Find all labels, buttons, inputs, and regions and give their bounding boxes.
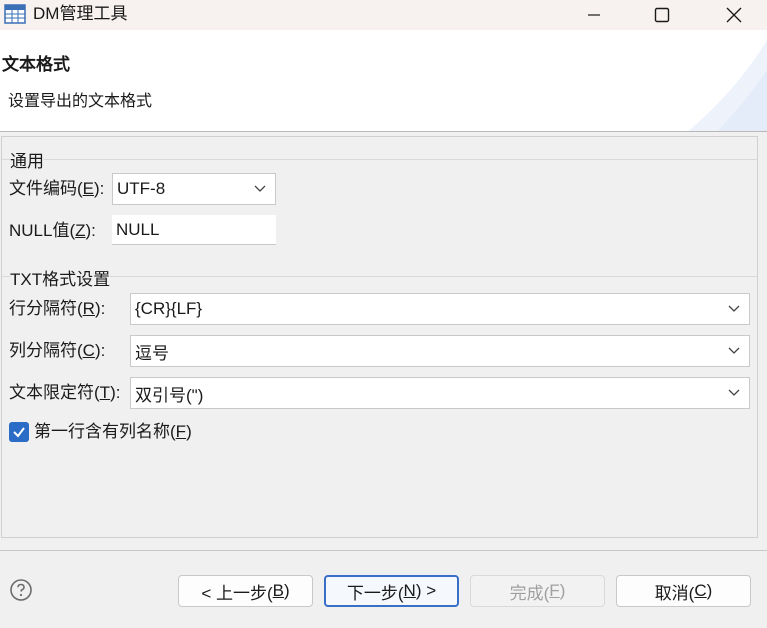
first-row-header-label[interactable]: 第一行含有列名称(F)	[34, 421, 192, 443]
back-button[interactable]: < 上一步(B)	[178, 575, 313, 607]
general-group	[2, 159, 757, 160]
col-separator-value: 逗号	[135, 343, 169, 363]
text-qualifier-label: 文本限定符(T):	[9, 383, 121, 402]
cancel-button[interactable]: 取消(C)	[616, 575, 751, 607]
col-separator-select[interactable]: 逗号	[130, 335, 750, 367]
table-grid-icon	[4, 4, 26, 24]
row-separator-select[interactable]: {CR}{LF}	[130, 293, 750, 325]
header-decoration	[687, 40, 767, 132]
general-group-label: 通用	[10, 147, 44, 172]
title-bar: DM管理工具	[0, 0, 767, 30]
null-value-label: NULL值(Z):	[9, 221, 96, 240]
txt-settings-group	[2, 276, 757, 277]
txt-settings-group-label: TXT格式设置	[10, 265, 111, 290]
settings-panel: 通用 文件编码(E): UTF-8 NULL值(Z): NULL TXT格式设置…	[1, 136, 758, 538]
footer-divider	[0, 550, 767, 551]
page-description: 设置导出的文本格式	[8, 93, 153, 110]
text-qualifier-value: 双引号(")	[135, 385, 204, 405]
header-divider	[0, 131, 767, 132]
text-qualifier-select[interactable]: 双引号(")	[130, 377, 750, 409]
close-button[interactable]	[706, 0, 762, 30]
encoding-value: UTF-8	[117, 179, 166, 198]
page-title: 文本格式	[2, 55, 70, 74]
encoding-label: 文件编码(E):	[9, 179, 105, 198]
window-title: DM管理工具	[33, 4, 128, 23]
chevron-down-icon	[719, 378, 749, 408]
minimize-button[interactable]	[566, 0, 622, 30]
chevron-down-icon	[719, 294, 749, 324]
close-icon	[726, 7, 742, 23]
checkmark-icon	[13, 427, 25, 438]
encoding-select[interactable]: UTF-8	[112, 173, 276, 205]
chevron-down-icon	[719, 336, 749, 366]
maximize-icon	[654, 7, 670, 23]
next-button[interactable]: 下一步(N) >	[324, 575, 459, 607]
first-row-header-checkbox[interactable]	[9, 422, 29, 442]
chevron-down-icon	[245, 174, 275, 204]
col-separator-label: 列分隔符(C):	[9, 341, 106, 360]
wizard-header: 文本格式 设置导出的文本格式	[0, 30, 767, 132]
null-value-input[interactable]: NULL	[112, 215, 276, 245]
maximize-button[interactable]	[634, 0, 690, 30]
minimize-icon	[588, 14, 600, 16]
help-icon[interactable]	[9, 578, 33, 602]
row-separator-value: {CR}{LF}	[135, 299, 203, 318]
finish-button[interactable]: 完成(F)	[470, 575, 605, 607]
row-separator-label: 行分隔符(R):	[9, 299, 106, 318]
